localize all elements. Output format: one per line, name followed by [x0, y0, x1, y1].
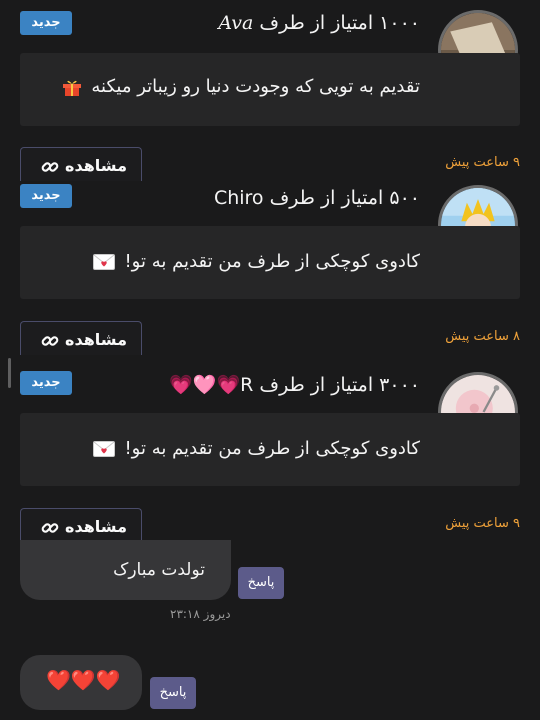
reply-button[interactable]: پاسخ [238, 567, 284, 599]
new-badge: جدید [20, 371, 72, 395]
message-text: کادوی کوچکی از طرف من تقدیم به تو! [124, 251, 420, 272]
view-gift-button[interactable]: مشاهده [20, 321, 142, 355]
reply-button[interactable]: پاسخ [150, 677, 196, 709]
notification-card: کادوی کوچکی از طرف من تقدیم به تو! [20, 413, 520, 486]
link-icon [41, 519, 59, 537]
message-bubble[interactable]: ❤️❤️❤️ [20, 655, 142, 710]
link-icon [41, 158, 59, 176]
view-gift-button[interactable]: مشاهده [20, 508, 142, 542]
notification-message: کادوی کوچکی از طرف من تقدیم به تو! [92, 251, 420, 272]
gift-icon [62, 77, 82, 97]
sender-name[interactable]: Ava [218, 12, 253, 34]
new-badge: جدید [20, 11, 72, 35]
sender-name[interactable]: R [240, 374, 253, 396]
time-ago: ۹ ساعت پیش [445, 516, 520, 531]
message-bubble[interactable]: تولدت مبارک [20, 540, 231, 600]
message-text: تولدت مبارک [113, 560, 205, 580]
message-text: تقدیم به تویی که وجودت دنیا رو زیباتر می… [91, 76, 420, 97]
message-text: ❤️❤️❤️ [46, 668, 121, 692]
notification-title: ۳۰۰۰ امتیاز از طرف R💗🩷💗 [169, 373, 420, 396]
love-letter-icon [92, 254, 115, 270]
love-letter-icon [92, 441, 115, 457]
link-icon [41, 332, 59, 350]
notification-card: کادوی کوچکی از طرف من تقدیم به تو! [20, 226, 520, 299]
scrollbar-indicator[interactable] [8, 358, 11, 388]
time-ago: ۸ ساعت پیش [445, 329, 520, 344]
sender-heart-decoration: 💗🩷💗 [169, 374, 241, 396]
notification-title: ۵۰۰ امتیاز از طرف Chiro [214, 187, 420, 209]
view-gift-button[interactable]: مشاهده [20, 147, 142, 181]
notification-title: ۱۰۰۰ امتیاز از طرف Ava [218, 12, 420, 34]
title-text: ۱۰۰۰ امتیاز از طرف [259, 12, 420, 34]
title-text: ۵۰۰ امتیاز از طرف [269, 187, 420, 209]
sender-name[interactable]: Chiro [214, 187, 264, 209]
new-badge: جدید [20, 184, 72, 208]
view-label: مشاهده [65, 517, 127, 536]
view-label: مشاهده [65, 156, 127, 175]
notification-message: تقدیم به تویی که وجودت دنیا رو زیباتر می… [62, 76, 420, 97]
time-ago: ۹ ساعت پیش [445, 155, 520, 170]
message-timestamp: دیروز ۲۳:۱۸ [170, 607, 231, 621]
title-text: ۳۰۰۰ امتیاز از طرف [259, 374, 420, 396]
view-label: مشاهده [65, 330, 127, 349]
notification-card: تقدیم به تویی که وجودت دنیا رو زیباتر می… [20, 53, 520, 126]
notification-message: کادوی کوچکی از طرف من تقدیم به تو! [92, 438, 420, 459]
message-text: کادوی کوچکی از طرف من تقدیم به تو! [124, 438, 420, 459]
